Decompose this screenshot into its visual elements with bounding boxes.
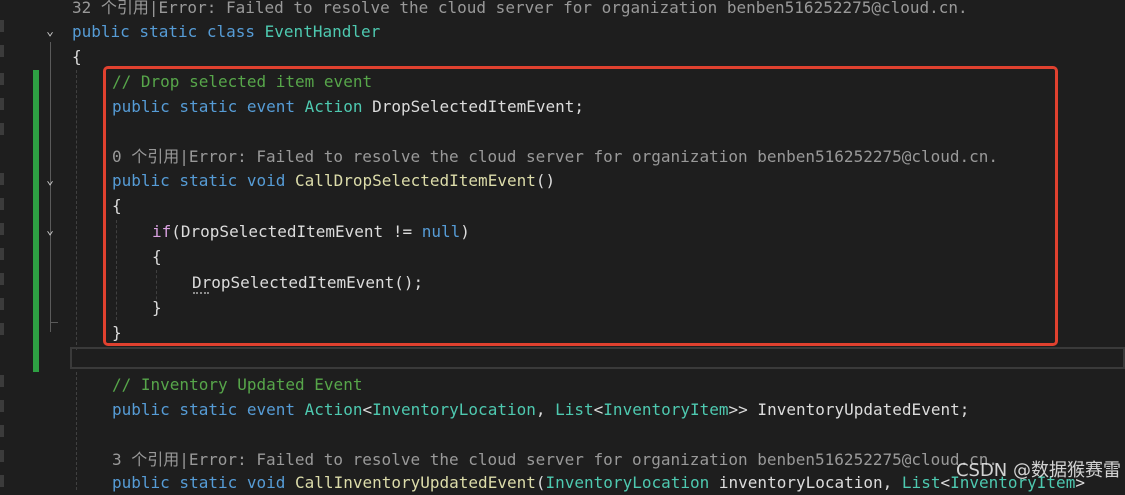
code-line-method-decl[interactable]: public static void CallInventoryUpdatedE… (112, 470, 1085, 495)
line-marker (0, 223, 4, 235)
type-name: Action (304, 97, 363, 116)
keyword: public static class (72, 22, 265, 41)
indent-guide (76, 70, 77, 350)
code-line-method-decl[interactable]: public static void CallDropSelectedItemE… (112, 168, 555, 193)
line-marker (0, 400, 4, 412)
fold-chevron-icon[interactable]: ⌄ (43, 224, 57, 238)
code-line-brace[interactable]: { (72, 44, 82, 69)
keyword: public static event (112, 97, 305, 116)
function-name: CallDropSelectedItemEvent (295, 171, 536, 190)
line-marker (0, 375, 4, 387)
code-lens-call-drop[interactable]: 0 个引用|Error: Failed to resolve the cloud… (112, 144, 998, 169)
code-text: ) (460, 222, 470, 241)
line-marker (0, 45, 4, 57)
code-comment[interactable]: // Drop selected item event (112, 69, 372, 94)
code-line-invoke[interactable]: DropSelectedItemEvent(); (192, 270, 423, 295)
change-indicator-bar (33, 70, 39, 372)
code-line-brace[interactable]: } (152, 295, 162, 320)
code-text: , (535, 400, 556, 419)
code-line-class-decl[interactable]: public static class EventHandler (72, 19, 380, 44)
suggestion-dots[interactable] (193, 292, 209, 297)
keyword: null (421, 222, 461, 241)
code-text: DropSelectedItemEvent; (362, 97, 585, 116)
keyword: if (152, 222, 172, 241)
watermark: CSDN @数据猴赛雷 (955, 460, 1121, 481)
code-comment[interactable]: // Inventory Updated Event (112, 372, 362, 397)
code-text: ( (535, 473, 546, 492)
code-line-brace[interactable]: { (112, 193, 122, 218)
keyword: public static void (112, 171, 296, 190)
code-line-brace[interactable]: { (152, 244, 162, 269)
line-marker (0, 475, 4, 487)
line-marker (0, 298, 4, 310)
code-lens-class[interactable]: 32 个引用|Error: Failed to resolve the clou… (72, 0, 968, 20)
code-line-brace[interactable]: } (112, 320, 122, 345)
keyword: public static void (112, 473, 296, 492)
line-marker (0, 98, 4, 110)
line-marker (0, 273, 4, 285)
fold-chevron-icon[interactable]: ⌄ (43, 174, 57, 188)
line-marker (0, 20, 4, 32)
line-marker (0, 73, 4, 85)
code-line-event-decl[interactable]: public static event Action DropSelectedI… (112, 94, 584, 119)
code-line-if[interactable]: if(DropSelectedItemEvent != null) (152, 219, 470, 244)
line-marker (0, 248, 4, 260)
type-name: InventoryLocation (372, 400, 536, 419)
type-name: Action (304, 400, 363, 419)
type-name: List (555, 400, 594, 419)
line-marker (0, 450, 4, 462)
line-marker (0, 123, 4, 135)
line-marker (0, 323, 4, 335)
type-name: List (901, 473, 941, 492)
type-name: EventHandler (264, 22, 381, 41)
code-text: inventoryLocation, (709, 473, 902, 492)
code-text: < (362, 400, 373, 419)
line-marker (0, 198, 4, 210)
fold-end-marker (50, 322, 58, 323)
indent-guide (116, 220, 117, 320)
code-text: < (593, 400, 604, 419)
fold-chevron-icon[interactable]: ⌄ (43, 25, 57, 39)
line-marker (0, 173, 4, 185)
type-name: InventoryItem (603, 400, 729, 419)
code-lens-call-inventory[interactable]: 3 个引用|Error: Failed to resolve the cloud… (112, 447, 998, 472)
code-text: >> InventoryUpdatedEvent; (728, 400, 970, 419)
indent-guide (76, 372, 77, 490)
editor-gutter: ⌄ ⌄ ⌄ (0, 0, 66, 490)
code-text: (DropSelectedItemEvent != (171, 222, 422, 241)
function-name: CallInventoryUpdatedEvent (295, 473, 536, 492)
code-text: < (940, 473, 951, 492)
current-line-highlight[interactable] (70, 347, 1125, 369)
code-line-event-decl[interactable]: public static event Action<InventoryLoca… (112, 397, 969, 422)
line-marker (0, 425, 4, 437)
keyword: public static event (112, 400, 305, 419)
type-name: InventoryLocation (545, 473, 710, 492)
code-text: () (535, 171, 556, 190)
